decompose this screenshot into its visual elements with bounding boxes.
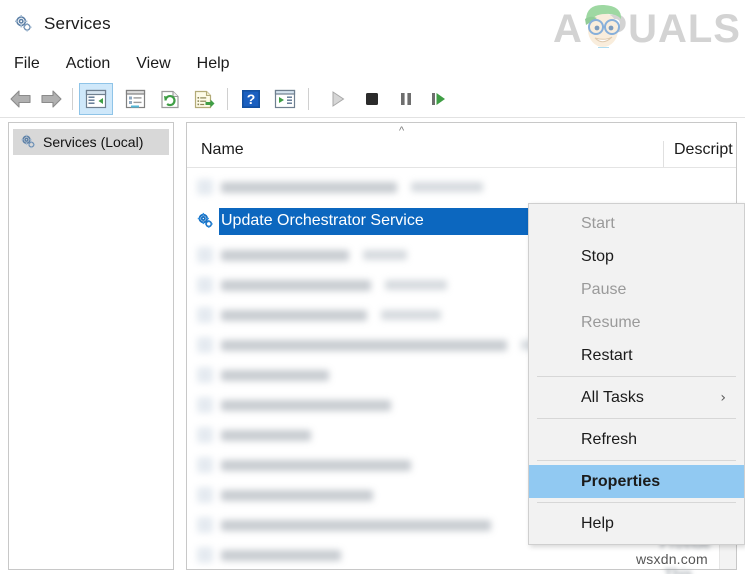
toolbar: ? — [0, 80, 745, 118]
context-menu-item-properties[interactable]: Properties — [529, 465, 744, 498]
service-description-redacted — [385, 280, 447, 290]
context-menu-item-help[interactable]: Help — [529, 507, 744, 540]
context-menu-item-all-tasks-label: All Tasks — [581, 388, 644, 406]
context-menu-item-resume[interactable]: Resume — [529, 306, 744, 339]
service-name-redacted — [221, 459, 411, 471]
list-column-header: Name ^ Descript — [187, 123, 736, 168]
services-gears-icon — [21, 134, 35, 149]
service-icon — [197, 457, 213, 473]
context-menu-item-pause[interactable]: Pause — [529, 273, 744, 306]
menu-bar: File Action View Help — [0, 48, 745, 80]
toolbar-separator-2 — [227, 87, 228, 110]
context-menu-item-stop[interactable]: Stop — [529, 240, 744, 273]
toolbar-separator-1 — [72, 87, 73, 110]
service-icon — [197, 179, 213, 195]
service-name-redacted — [221, 309, 367, 321]
context-menu-item-refresh[interactable]: Refresh — [529, 423, 744, 456]
service-icon — [197, 307, 213, 323]
toolbar-console-tree-button[interactable] — [79, 82, 113, 115]
toolbar-export-list-button[interactable] — [187, 83, 221, 115]
list-item[interactable] — [187, 172, 727, 202]
service-icon — [197, 487, 213, 503]
svg-text:?: ? — [247, 91, 256, 107]
show-hide-console-tree-icon — [85, 89, 107, 108]
toolbar-restart-service-button[interactable] — [423, 83, 457, 115]
service-description-redacted — [411, 182, 483, 192]
toolbar-forward-button[interactable] — [36, 83, 66, 115]
sidebar-item-label: Services (Local) — [43, 134, 144, 150]
service-name-redacted — [221, 489, 373, 501]
context-menu-item-start[interactable]: Start — [529, 207, 744, 240]
services-window: Services PUALS A File Action View Help ?… — [0, 0, 745, 574]
forward-arrow-icon — [41, 89, 62, 108]
menu-help[interactable]: Help — [197, 53, 243, 75]
service-description-redacted — [363, 250, 407, 260]
start-service-icon — [332, 90, 345, 107]
service-name-redacted — [221, 519, 491, 531]
background-text-lower: This — [664, 566, 692, 574]
menu-action[interactable]: Action — [66, 53, 123, 75]
service-name-redacted — [221, 181, 397, 193]
service-name-redacted — [221, 399, 391, 411]
restart-service-icon — [432, 92, 445, 105]
service-icon — [197, 427, 213, 443]
column-header-description[interactable]: Descript — [663, 141, 736, 167]
service-icon — [197, 337, 213, 353]
context-menu-item-restart[interactable]: Restart — [529, 339, 744, 372]
pause-service-icon — [401, 92, 411, 105]
toolbar-back-button[interactable] — [6, 83, 36, 115]
services-gears-icon — [15, 15, 32, 32]
sidebar-item-services-local[interactable]: Services (Local) — [13, 129, 169, 155]
show-action-pane-icon — [274, 89, 296, 108]
toolbar-separator-3 — [308, 87, 309, 110]
context-menu-item-all-tasks[interactable]: All Tasks › — [529, 381, 744, 414]
back-arrow-icon — [10, 89, 31, 108]
column-header-name[interactable]: Name ^ — [187, 125, 663, 167]
context-menu-separator-3 — [537, 460, 736, 461]
service-name-redacted — [221, 339, 507, 351]
context-menu-separator-2 — [537, 418, 736, 419]
title-bar: Services — [0, 0, 745, 48]
service-icon — [197, 397, 213, 413]
refresh-icon — [161, 90, 179, 108]
console-tree-panel: Services (Local) — [8, 122, 174, 570]
sort-ascending-icon: ^ — [399, 125, 405, 137]
services-gears-icon — [197, 212, 213, 228]
service-description-redacted — [381, 310, 441, 320]
service-icon — [197, 367, 213, 383]
column-header-name-label: Name — [201, 141, 244, 158]
menu-view[interactable]: View — [136, 53, 183, 75]
toolbar-action-pane-button[interactable] — [268, 83, 302, 115]
toolbar-start-service-button[interactable] — [321, 83, 355, 115]
stop-service-icon — [366, 92, 378, 105]
menu-file[interactable]: File — [14, 53, 53, 75]
toolbar-refresh-button[interactable] — [153, 83, 187, 115]
context-menu: Start Stop Pause Resume Restart All Task… — [528, 203, 745, 545]
selected-service-name: Update Orchestrator Service — [221, 212, 424, 229]
service-name-redacted — [221, 249, 349, 261]
properties-icon — [125, 89, 146, 108]
service-icon — [197, 277, 213, 293]
toolbar-pause-service-button[interactable] — [389, 83, 423, 115]
service-name-redacted — [221, 279, 371, 291]
toolbar-stop-service-button[interactable] — [355, 83, 389, 115]
context-menu-separator-4 — [537, 502, 736, 503]
window-title: Services — [44, 14, 111, 33]
service-icon — [197, 247, 213, 263]
help-icon: ? — [242, 89, 260, 108]
export-list-icon — [194, 90, 215, 108]
toolbar-properties-button[interactable] — [119, 83, 153, 115]
service-name-redacted — [221, 429, 311, 441]
service-name-redacted — [221, 369, 329, 381]
site-watermark: wsxdn.com — [636, 551, 708, 567]
column-header-description-label: Descript — [674, 141, 733, 158]
toolbar-help-button[interactable]: ? — [234, 83, 268, 115]
service-icon — [197, 547, 213, 563]
chevron-right-icon: › — [720, 389, 726, 406]
service-icon — [197, 517, 213, 533]
context-menu-separator-1 — [537, 376, 736, 377]
service-name-redacted — [221, 549, 341, 561]
